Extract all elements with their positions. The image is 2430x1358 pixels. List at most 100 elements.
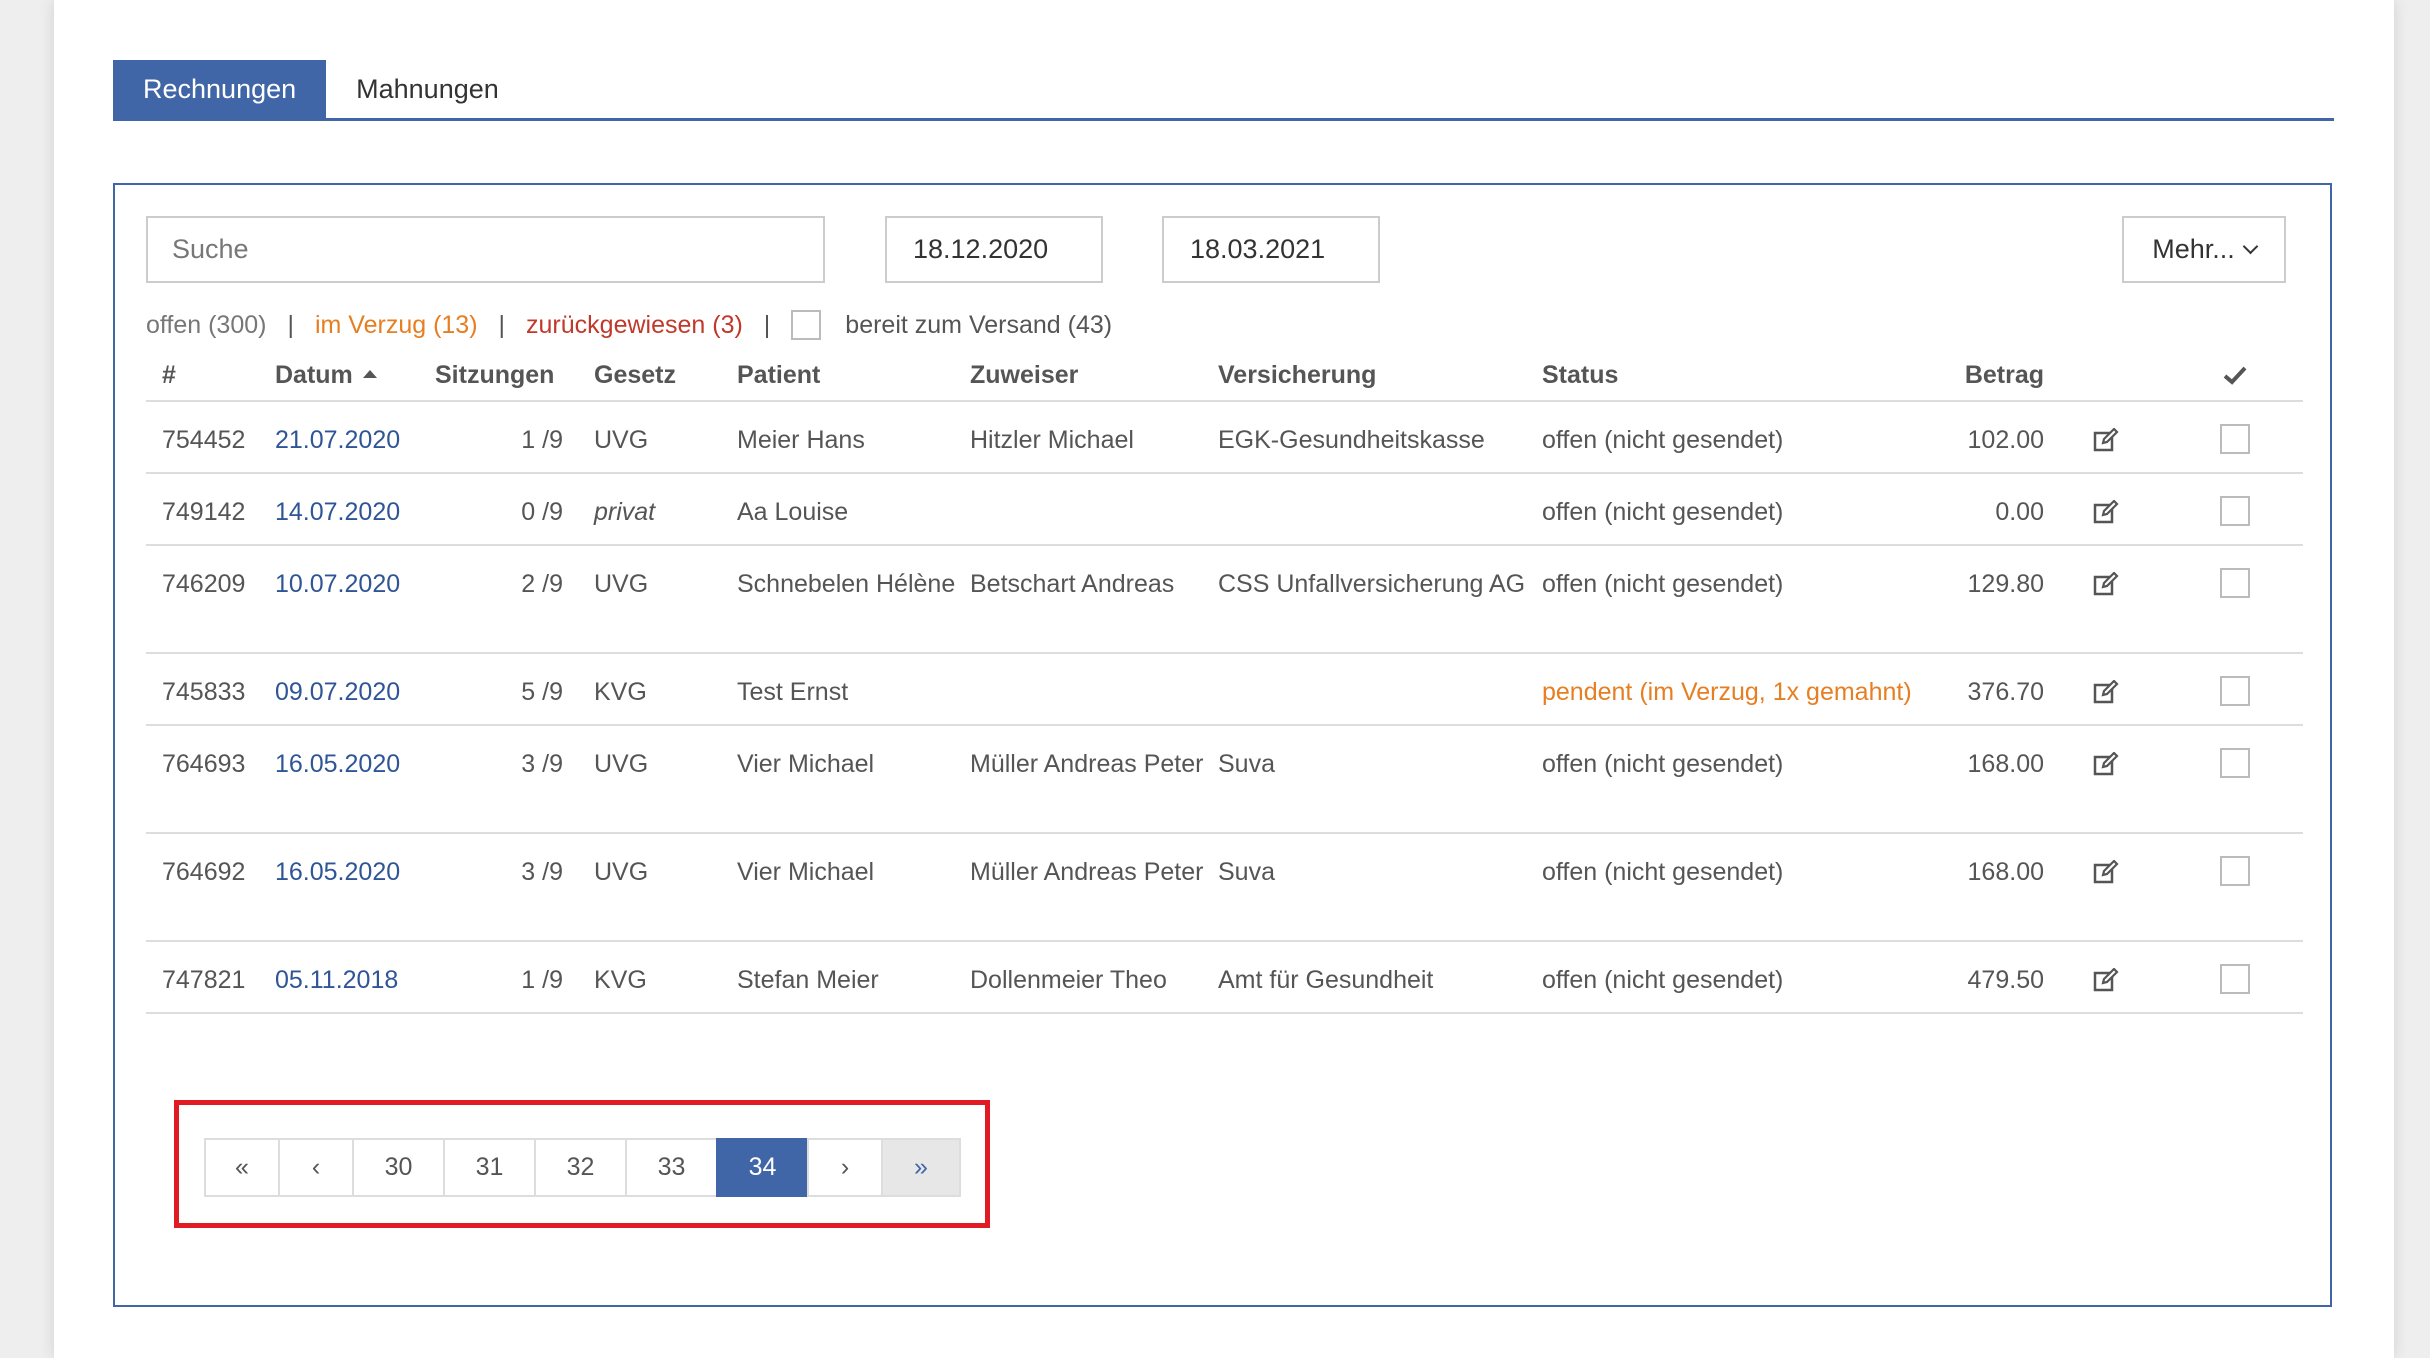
edit-button[interactable]: [2044, 854, 2167, 940]
referrer-name: [957, 674, 1206, 724]
header-sessions: Sitzungen: [435, 360, 555, 389]
filter-open[interactable]: offen (300): [146, 311, 266, 340]
pagination-page[interactable]: 30: [352, 1138, 445, 1197]
edit-button[interactable]: [2044, 746, 2167, 832]
pagination: « ‹ 30 31 32 33 34 › »: [204, 1138, 961, 1197]
header-select: [2167, 365, 2303, 385]
invoice-date-link[interactable]: 09.07.2020: [265, 674, 427, 724]
patient-name: Vier Michael: [737, 858, 875, 886]
patient-name: Stefan Meier: [737, 966, 879, 994]
insurance-name: CSS Unfallversicherung AG: [1218, 570, 1526, 598]
header-num: #: [162, 360, 176, 389]
ready-to-send-checkbox[interactable]: [791, 310, 822, 340]
row-select: [2167, 566, 2303, 652]
row-select: [2167, 674, 2303, 724]
invoice-amount: 168.00: [1967, 750, 2044, 778]
sort-ascending-icon: [362, 369, 377, 378]
pagination-page[interactable]: 33: [625, 1138, 718, 1197]
law-type: UVG: [594, 426, 649, 454]
patient-name: Test Ernst: [737, 678, 849, 706]
law-type: KVG: [594, 966, 647, 994]
invoice-panel: Mehr... offen (300) | im Verzug (13) | z…: [113, 183, 2332, 1307]
edit-button[interactable]: [2044, 566, 2167, 652]
header-status: Status: [1542, 360, 1619, 389]
row-checkbox[interactable]: [2220, 964, 2250, 994]
filter-overdue[interactable]: im Verzug (13): [315, 311, 478, 340]
row-checkbox[interactable]: [2220, 856, 2250, 886]
filter-ready-label: bereit zum Versand (43): [845, 310, 1113, 339]
invoice-status: offen (nicht gesendet): [1542, 750, 1784, 778]
tab-mahnungen[interactable]: Mahnungen: [326, 60, 529, 118]
row-select: [2167, 854, 2303, 940]
pagination-first[interactable]: «: [204, 1138, 280, 1197]
table-row: 746209 10.07.2020 2 /9 UVG Schnebelen Hélène…: [146, 546, 2303, 654]
law-type: UVG: [594, 570, 649, 598]
more-dropdown-button[interactable]: Mehr...: [2122, 216, 2286, 283]
invoice-status: offen (nicht gesendet): [1542, 966, 1784, 994]
sessions-count: 1 /9: [521, 966, 563, 994]
invoice-date-link[interactable]: 16.05.2020: [265, 746, 427, 832]
edit-button[interactable]: [2044, 494, 2167, 544]
edit-button[interactable]: [2044, 962, 2167, 1012]
invoice-number: 747821: [162, 966, 246, 994]
invoice-table: # Datum Sitzungen Gesetz Patient Zuweise…: [146, 350, 2303, 1014]
tab-bar: Rechnungen Mahnungen: [113, 60, 2334, 121]
header-amount: Betrag: [1964, 360, 2044, 389]
date-from-input[interactable]: [885, 216, 1103, 283]
invoice-amount: 0.00: [1995, 498, 2044, 526]
invoice-status: offen (nicht gesendet): [1542, 858, 1784, 886]
invoice-number: 749142: [162, 498, 246, 526]
invoice-status: offen (nicht gesendet): [1542, 498, 1784, 526]
filter-rejected[interactable]: zurückgewiesen (3): [526, 311, 743, 340]
referrer-name: Betschart Andreas: [970, 570, 1175, 598]
patient-name: Vier Michael: [737, 750, 875, 778]
invoice-date-link[interactable]: 14.07.2020: [265, 494, 427, 544]
sessions-count: 2 /9: [521, 570, 563, 598]
insurance-name: [1206, 674, 1530, 724]
header-date-label: Datum: [275, 360, 353, 389]
invoice-amount: 129.80: [1967, 570, 2044, 598]
sessions-count: 5 /9: [521, 678, 563, 706]
insurance-name: Amt für Gesundheit: [1218, 966, 1434, 994]
invoice-number: 745833: [162, 678, 246, 706]
sessions-count: 1 /9: [521, 426, 563, 454]
edit-icon: [2093, 966, 2119, 1003]
pagination-next[interactable]: ›: [807, 1138, 883, 1197]
edit-icon: [2093, 498, 2119, 535]
row-checkbox[interactable]: [2220, 676, 2250, 706]
date-to-input[interactable]: [1162, 216, 1380, 283]
pagination-page[interactable]: 31: [443, 1138, 536, 1197]
header-date[interactable]: Datum: [265, 357, 427, 394]
referrer-name: Hitzler Michael: [970, 426, 1134, 454]
row-checkbox[interactable]: [2220, 496, 2250, 526]
invoice-amount: 102.00: [1967, 426, 2044, 454]
invoice-number: 764692: [162, 858, 246, 886]
tab-rechnungen[interactable]: Rechnungen: [113, 60, 327, 118]
invoice-date-link[interactable]: 10.07.2020: [265, 566, 427, 652]
table-header: # Datum Sitzungen Gesetz Patient Zuweise…: [146, 350, 2303, 402]
invoice-date-link[interactable]: 21.07.2020: [265, 422, 427, 472]
insurance-name: Suva: [1218, 750, 1275, 778]
law-type: UVG: [594, 750, 649, 778]
pagination-prev[interactable]: ‹: [278, 1138, 354, 1197]
referrer-name: Dollenmeier Theo: [970, 966, 1167, 994]
chevron-down-icon: [2242, 238, 2259, 255]
row-checkbox[interactable]: [2220, 424, 2250, 454]
invoice-date-link[interactable]: 05.11.2018: [265, 962, 427, 1012]
pagination-page[interactable]: 32: [534, 1138, 627, 1197]
row-checkbox[interactable]: [2220, 748, 2250, 778]
invoice-amount: 376.70: [1967, 678, 2044, 706]
sessions-count: 3 /9: [521, 750, 563, 778]
page: Rechnungen Mahnungen Mehr... offen (300)…: [54, 0, 2394, 1358]
pagination-last[interactable]: »: [881, 1138, 961, 1197]
search-input[interactable]: [146, 216, 825, 283]
edit-button[interactable]: [2044, 674, 2167, 724]
invoice-date-link[interactable]: 16.05.2020: [265, 854, 427, 940]
pagination-page-current[interactable]: 34: [716, 1138, 809, 1197]
filter-separator: |: [287, 310, 294, 339]
edit-button[interactable]: [2044, 422, 2167, 472]
row-checkbox[interactable]: [2220, 568, 2250, 598]
invoice-status: offen (nicht gesendet): [1542, 426, 1784, 454]
table-row: 754452 21.07.2020 1 /9 UVG Meier Hans Hitzler…: [146, 402, 2303, 474]
insurance-name: [1206, 494, 1530, 544]
